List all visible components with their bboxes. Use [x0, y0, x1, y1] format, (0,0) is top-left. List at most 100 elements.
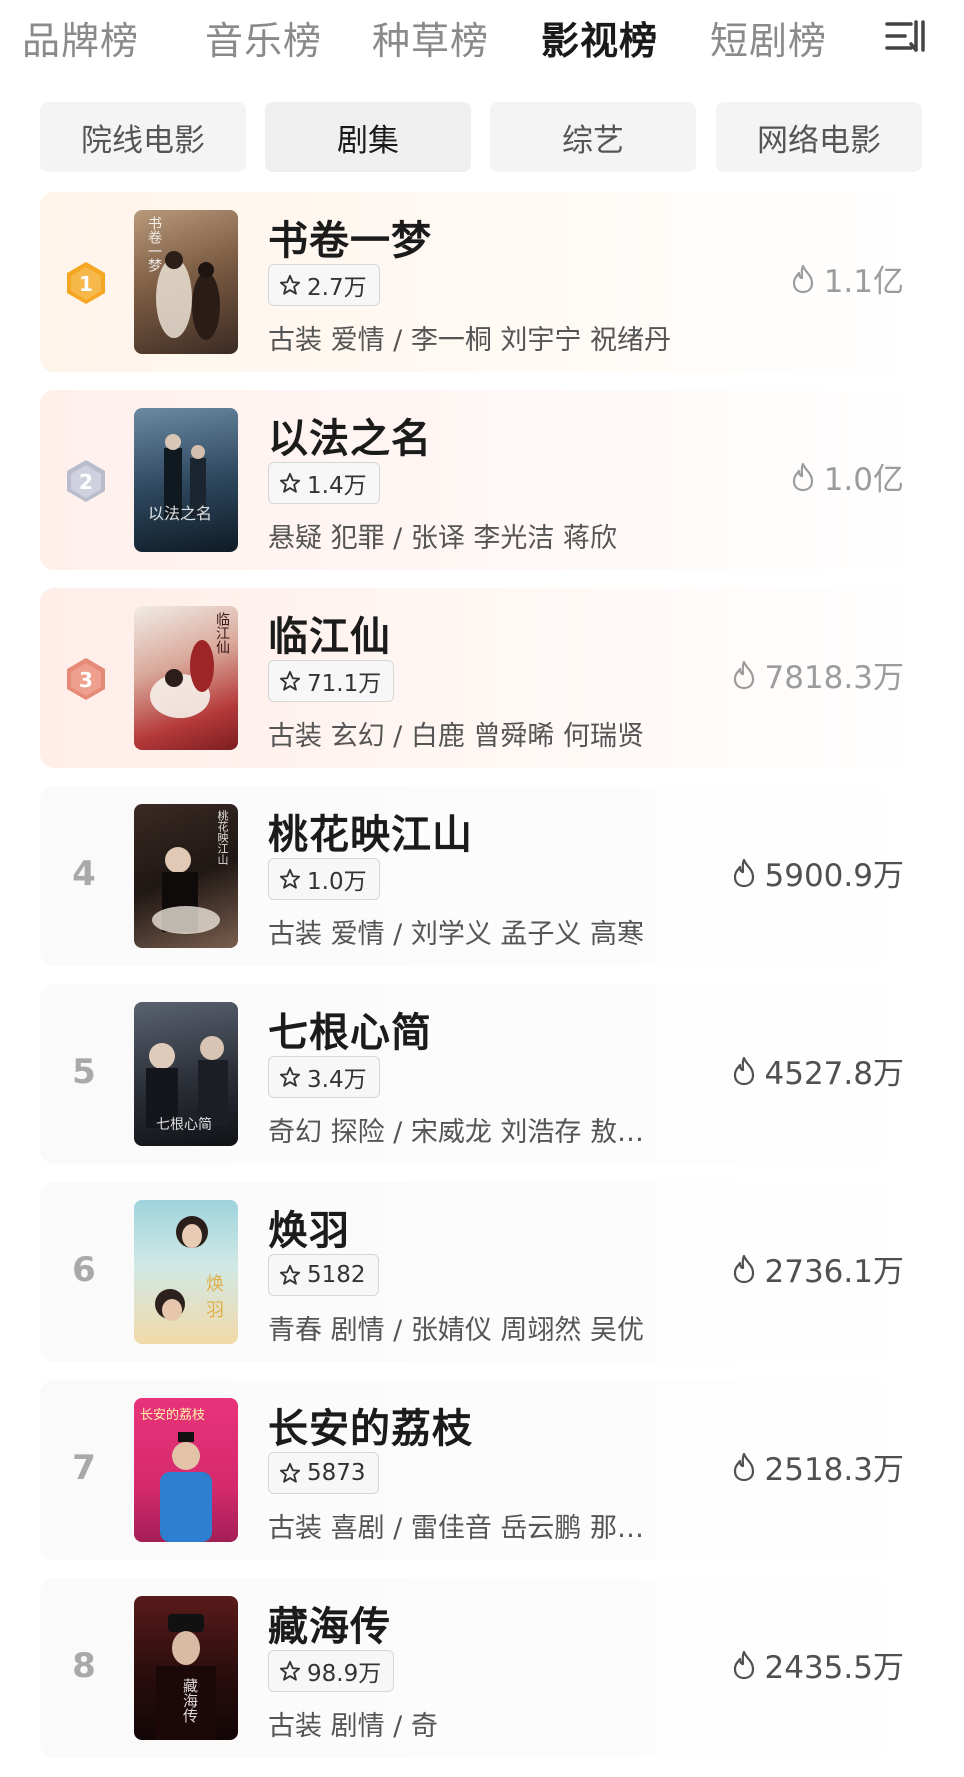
score-value: 5873 — [307, 1460, 366, 1486]
show-title: 藏海传 — [268, 1604, 391, 1650]
score-badge: 1.4万 — [268, 462, 380, 504]
genre-cast-tags: 古装 爱情 / 李一桐 刘宇宁 祝绪丹 — [268, 325, 672, 356]
heat-value: 1.0亿 — [823, 462, 904, 498]
poster-image[interactable]: 书卷一梦 — [134, 210, 238, 354]
star-icon — [279, 274, 301, 295]
star-icon — [279, 1264, 301, 1285]
tab-recommend-chart[interactable]: 种草榜 — [372, 10, 489, 65]
menu-sort-icon[interactable] — [885, 16, 929, 56]
rank-number: 8 — [72, 1646, 96, 1686]
star-icon — [279, 670, 301, 691]
heat-index: 4527.8万 — [731, 1048, 904, 1093]
heat-index: 5900.9万 — [731, 850, 904, 895]
heat-value: 7818.3万 — [764, 660, 904, 696]
heat-index: 2518.3万 — [731, 1444, 904, 1489]
star-icon — [279, 868, 301, 889]
score-badge: 1.0万 — [268, 858, 380, 900]
score-value: 71.1万 — [307, 671, 382, 697]
subtab-series[interactable]: 剧集 — [265, 102, 471, 172]
top-category-tabs: 品牌榜 音乐榜 种草榜 影视榜 短剧榜 — [0, 0, 964, 76]
tab-film-tv-chart[interactable]: 影视榜 — [541, 10, 658, 65]
poster-title-text: 藏海传 — [181, 1678, 199, 1723]
ranking-row-5[interactable]: 5 七根心简 七根心简 3.4万 奇幻 探险 / 宋威龙 刘浩存 敖… 4527… — [40, 984, 924, 1164]
genre-cast-tags: 古装 喜剧 / 雷佳音 岳云鹏 那… — [268, 1513, 645, 1544]
poster-image[interactable]: 焕羽 — [134, 1200, 238, 1344]
score-value: 98.9万 — [307, 1661, 382, 1687]
flame-icon — [733, 1650, 754, 1679]
flame-icon — [733, 858, 754, 887]
ranking-row-1[interactable]: 1 书卷一梦 书卷一梦 2.7万 古装 爱情 / 李一桐 刘宇宁 祝绪丹 1.1… — [40, 192, 924, 372]
rank-number: 6 — [72, 1250, 96, 1290]
poster-title-text: 桃花映江山 — [216, 810, 229, 865]
genre-cast-tags: 青春 剧情 / 张婧仪 周翊然 吴优 — [268, 1315, 645, 1346]
poster-title-text: 书卷一梦 — [146, 216, 162, 272]
subtab-web-movie[interactable]: 网络电影 — [716, 102, 922, 172]
flame-icon — [733, 1452, 754, 1481]
score-badge: 98.9万 — [268, 1650, 395, 1692]
poster-image[interactable]: 临江仙 — [134, 606, 238, 750]
flame-icon — [792, 264, 813, 293]
flame-icon — [733, 1254, 754, 1283]
poster-title-text: 七根心简 — [156, 1117, 212, 1133]
heat-value: 5900.9万 — [764, 858, 904, 894]
heat-value: 2518.3万 — [764, 1452, 904, 1488]
heat-index: 1.1亿 — [790, 256, 904, 301]
rank-bronze-badge-icon: 3 — [67, 658, 105, 700]
poster-image[interactable]: 长安的荔枝 — [134, 1398, 238, 1542]
poster-image[interactable]: 藏海传 — [134, 1596, 238, 1740]
svg-text:3: 3 — [79, 668, 93, 692]
rank-number: 5 — [72, 1052, 96, 1092]
ranking-row-4[interactable]: 4 桃花映江山 桃花映江山 1.0万 古装 爱情 / 刘学义 孟子义 高寒 59… — [40, 786, 924, 966]
score-badge: 5182 — [268, 1254, 379, 1296]
score-value: 3.4万 — [307, 1067, 367, 1093]
score-badge: 5873 — [268, 1452, 379, 1494]
heat-index: 2736.1万 — [731, 1246, 904, 1291]
genre-cast-tags: 奇幻 探险 / 宋威龙 刘浩存 敖… — [268, 1117, 645, 1148]
show-title: 长安的荔枝 — [268, 1406, 473, 1452]
heat-index: 1.0亿 — [790, 454, 904, 499]
heat-index: 7818.3万 — [731, 652, 904, 697]
tab-brand-chart[interactable]: 品牌榜 — [22, 10, 139, 65]
ranking-row-8[interactable]: 8 藏海传 藏海传 98.9万 古装 剧情 / 奇 2435.5万 — [40, 1578, 924, 1758]
show-title: 以法之名 — [268, 416, 432, 462]
ranking-row-3[interactable]: 3 临江仙 临江仙 71.1万 古装 玄幻 / 白鹿 曾舜晞 何瑞贤 7818.… — [40, 588, 924, 768]
heat-value: 1.1亿 — [823, 264, 904, 300]
genre-cast-tags: 古装 剧情 / 奇 — [268, 1711, 438, 1742]
genre-cast-tags: 古装 爱情 / 刘学义 孟子义 高寒 — [268, 919, 645, 950]
poster-image[interactable]: 以法之名 — [134, 408, 238, 552]
ranking-row-6[interactable]: 6 焕羽 焕羽 5182 青春 剧情 / 张婧仪 周翊然 吴优 2736.1万 — [40, 1182, 924, 1362]
subtab-variety[interactable]: 综艺 — [490, 102, 696, 172]
poster-image[interactable]: 七根心简 — [134, 1002, 238, 1146]
poster-title-text: 临江仙 — [214, 612, 230, 654]
subtab-theater-movie[interactable]: 院线电影 — [40, 102, 246, 172]
show-title: 桃花映江山 — [268, 812, 473, 858]
score-badge: 3.4万 — [268, 1056, 380, 1098]
score-value: 1.4万 — [307, 473, 367, 499]
score-badge: 71.1万 — [268, 660, 395, 702]
rank-gold-badge-icon: 1 — [67, 262, 105, 304]
heat-value: 2435.5万 — [764, 1650, 904, 1686]
score-badge: 2.7万 — [268, 264, 380, 306]
show-title: 书卷一梦 — [268, 218, 432, 264]
show-title: 焕羽 — [268, 1208, 350, 1254]
star-icon — [279, 1660, 301, 1681]
svg-text:2: 2 — [79, 470, 93, 494]
flame-icon — [792, 462, 813, 491]
ranking-row-7[interactable]: 7 长安的荔枝 长安的荔枝 5873 古装 喜剧 / 雷佳音 岳云鹏 那… 25… — [40, 1380, 924, 1560]
poster-image[interactable]: 桃花映江山 — [134, 804, 238, 948]
rank-number: 4 — [72, 854, 96, 894]
star-icon — [279, 1066, 301, 1087]
poster-title-text: 以法之名 — [148, 504, 213, 523]
score-value: 1.0万 — [307, 869, 367, 895]
star-icon — [279, 1462, 301, 1483]
flame-icon — [733, 660, 754, 689]
tab-short-drama-chart[interactable]: 短剧榜 — [710, 10, 827, 65]
sub-category-tabs: 院线电影 剧集 综艺 网络电影 — [0, 102, 964, 172]
heat-value: 4527.8万 — [764, 1056, 904, 1092]
star-icon — [279, 472, 301, 493]
tab-music-chart[interactable]: 音乐榜 — [205, 10, 322, 65]
rank-silver-badge-icon: 2 — [67, 460, 105, 502]
ranking-row-2[interactable]: 2 以法之名 以法之名 1.4万 悬疑 犯罪 / 张译 李光洁 蒋欣 1.0亿 — [40, 390, 924, 570]
show-title: 临江仙 — [268, 614, 391, 660]
poster-title-text: 长安的荔枝 — [140, 1408, 206, 1423]
